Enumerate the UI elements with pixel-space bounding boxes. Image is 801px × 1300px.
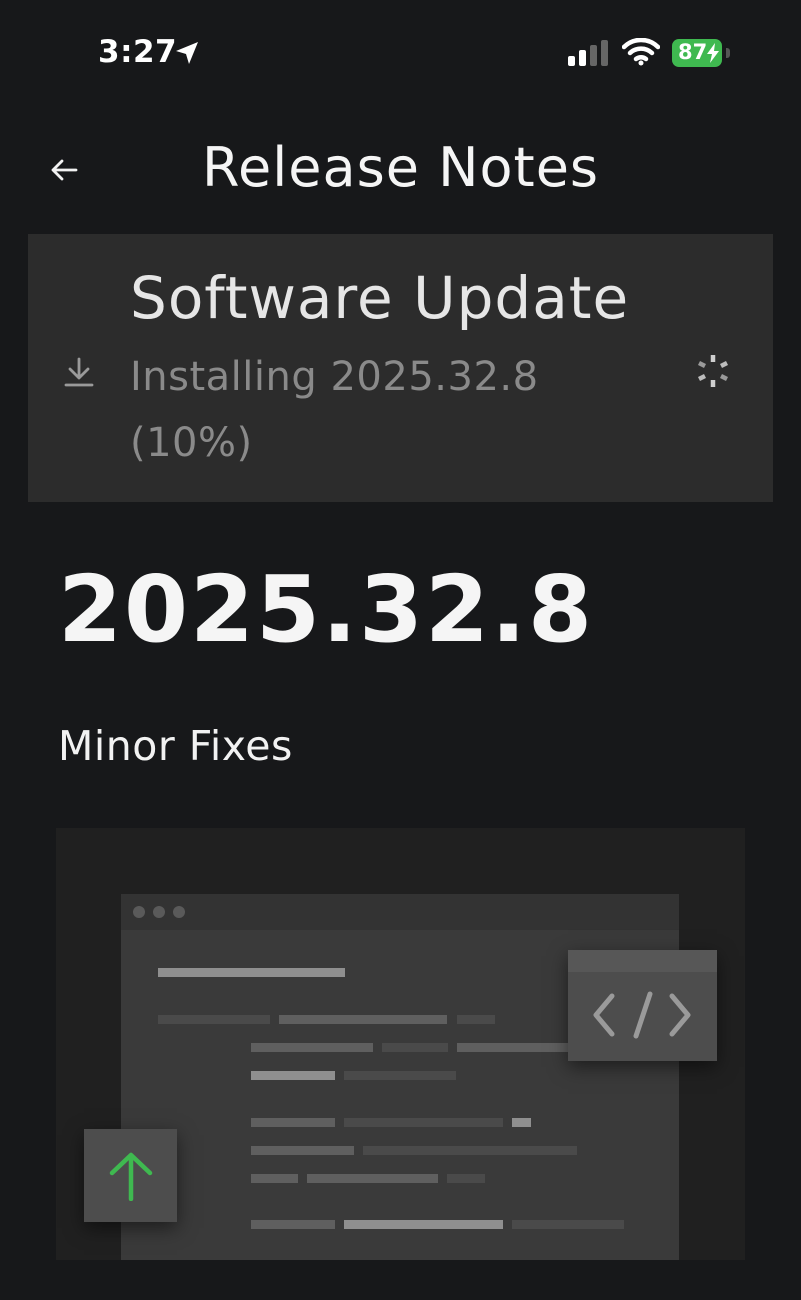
mock-code-line — [307, 1174, 438, 1183]
mock-titlebar — [121, 894, 679, 930]
release-illustration — [56, 828, 745, 1260]
mock-code-line — [344, 1071, 456, 1080]
code-badge — [568, 950, 717, 1061]
mock-code-line — [279, 1015, 447, 1024]
release-version: 2025.32.8 — [58, 556, 594, 663]
battery-cap — [726, 48, 730, 58]
mock-code-line — [251, 1146, 354, 1155]
mock-code-line — [457, 1043, 577, 1052]
mock-code-line — [512, 1118, 531, 1127]
mock-code-line — [344, 1220, 503, 1229]
battery-level: 87 — [678, 40, 708, 64]
spinner-icon — [697, 355, 729, 387]
mock-code-line — [251, 1174, 298, 1183]
cellular-signal-icon — [568, 40, 608, 66]
window-dot — [173, 906, 185, 918]
update-title: Software Update — [130, 264, 630, 332]
status-bar: 3:27 87 — [0, 0, 801, 100]
mock-code-line — [251, 1071, 335, 1080]
mock-code-line — [251, 1220, 335, 1229]
mock-editor-window — [121, 894, 679, 1260]
window-dot — [133, 906, 145, 918]
upload-badge — [84, 1129, 177, 1222]
mock-code-line — [512, 1220, 624, 1229]
download-icon — [64, 357, 94, 387]
mock-code-line — [251, 1043, 373, 1052]
mock-code-line — [447, 1174, 485, 1183]
battery-indicator: 87 — [672, 39, 730, 67]
mock-code-line — [251, 1118, 335, 1127]
mock-code-line — [363, 1146, 577, 1155]
upload-arrow-icon — [109, 1152, 153, 1201]
mock-code-line — [382, 1043, 448, 1052]
mock-code-line — [158, 1015, 270, 1024]
window-dot — [153, 906, 165, 918]
mock-code-line — [158, 968, 345, 977]
section-title: Minor Fixes — [58, 722, 293, 770]
mock-code-line — [457, 1015, 495, 1024]
software-update-card[interactable]: Software Update Installing 2025.32.8 (10… — [28, 234, 773, 502]
page-title: Release Notes — [201, 136, 600, 199]
location-arrow-icon — [176, 42, 198, 64]
battery-charging-icon — [707, 43, 719, 63]
code-badge-titlebar — [568, 950, 717, 972]
update-status: Installing 2025.32.8 (10%) — [130, 354, 539, 466]
status-time: 3:27 — [98, 34, 178, 70]
code-brackets-icon — [593, 991, 691, 1039]
mock-code-line — [344, 1118, 503, 1127]
wifi-icon — [622, 38, 660, 66]
